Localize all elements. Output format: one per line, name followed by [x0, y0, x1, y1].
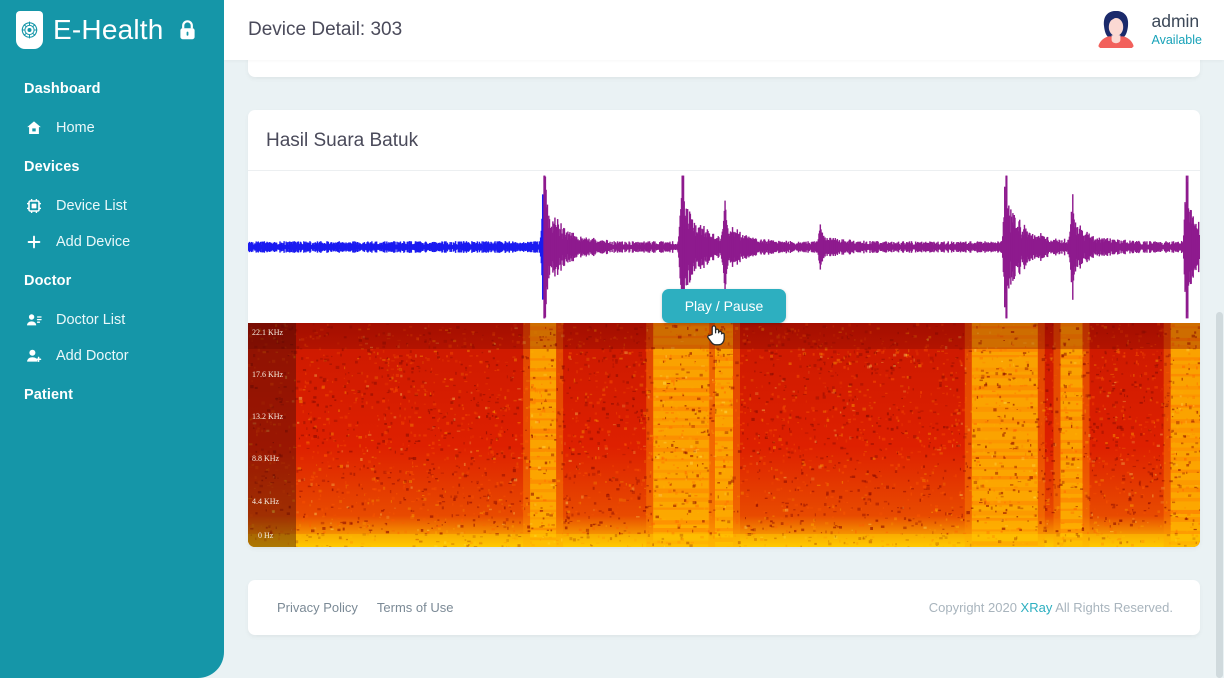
- play-pause-button[interactable]: Play / Pause: [662, 289, 787, 323]
- home-icon: [25, 119, 43, 137]
- sidebar-item-add-device[interactable]: Add Device: [0, 224, 224, 260]
- chip-icon: [25, 197, 43, 215]
- card-header: Hasil Suara Batuk: [248, 110, 1200, 171]
- user-menu[interactable]: admin Available: [1092, 6, 1202, 54]
- copyright: Copyright 2020 XRay All Rights Reserved.: [929, 600, 1173, 615]
- spectrogram-tick: 0 Hz: [258, 531, 273, 540]
- sidebar-item-add-doctor[interactable]: Add Doctor: [0, 338, 224, 374]
- user-name: admin: [1151, 11, 1202, 33]
- spectrogram-axis: 22.1 KHz 17.6 KHz 13.2 KHz 8.8 KHz 4.4 K…: [248, 323, 296, 547]
- topbar: Device Detail: 303 admin Available: [224, 0, 1224, 60]
- device-history-card: 1 12/27/00000, 0:2 4:01 AM pasien unknow…: [248, 60, 1200, 77]
- page-title: Device Detail: 303: [248, 19, 402, 41]
- spectrogram-tick: 17.6 KHz: [252, 370, 283, 379]
- user-meta: admin Available: [1151, 11, 1202, 49]
- scroll-content: 1 12/27/00000, 0:2 4:01 AM pasien unknow…: [224, 60, 1224, 678]
- copyright-suffix: All Rights Reserved.: [1052, 600, 1173, 615]
- lock-icon: [178, 19, 197, 41]
- avatar: [1092, 6, 1140, 54]
- user-plus-icon: [25, 347, 43, 365]
- copyright-prefix: Copyright 2020: [929, 600, 1021, 615]
- sidebar-item-label: Device List: [56, 198, 127, 214]
- plus-icon: [25, 233, 43, 251]
- app-root: E-Health Dashboard Home: [0, 0, 1224, 678]
- terms-of-use-link[interactable]: Terms of Use: [377, 600, 454, 615]
- sidebar-item-home[interactable]: Home: [0, 110, 224, 146]
- cough-sound-card: Hasil Suara Batuk Play / Pause: [248, 110, 1200, 547]
- sidebar-section-patient: Patient: [0, 374, 224, 416]
- spectrogram-tick: 13.2 KHz: [252, 412, 283, 421]
- sidebar-section-dashboard: Dashboard: [0, 68, 224, 110]
- sidebar-item-label: Add Doctor: [56, 348, 129, 364]
- sidebar-section-devices: Devices: [0, 146, 224, 188]
- sidebar-nav: Dashboard Home Devices: [0, 60, 224, 416]
- scrollbar[interactable]: [1214, 0, 1224, 678]
- xray-link[interactable]: XRay: [1021, 600, 1053, 615]
- privacy-policy-link[interactable]: Privacy Policy: [277, 600, 358, 615]
- spectrogram-tick: 8.8 KHz: [252, 454, 279, 463]
- sidebar-item-device-list[interactable]: Device List: [0, 188, 224, 224]
- main-area: Device Detail: 303 admin Available: [224, 0, 1224, 678]
- sidebar-item-label: Home: [56, 120, 95, 136]
- sidebar: E-Health Dashboard Home: [0, 0, 224, 678]
- card-title: Hasil Suara Batuk: [266, 130, 1176, 152]
- spectrogram-tick: 22.1 KHz: [252, 328, 283, 337]
- sidebar-item-doctor-list[interactable]: Doctor List: [0, 302, 224, 338]
- footer: Privacy Policy Terms of Use Copyright 20…: [248, 580, 1200, 635]
- sidebar-item-label: Add Device: [56, 234, 130, 250]
- health-shield-icon: [16, 11, 43, 49]
- spectrogram-tick: 4.4 KHz: [252, 497, 279, 506]
- play-row: Play / Pause: [248, 289, 1200, 323]
- audio-body: Play / Pause: [248, 171, 1200, 547]
- status-badge: Available: [1151, 33, 1202, 49]
- scrollbar-thumb[interactable]: [1216, 312, 1223, 678]
- audio-spectrogram[interactable]: 22.1 KHz 17.6 KHz 13.2 KHz 8.8 KHz 4.4 K…: [248, 323, 1200, 547]
- user-list-icon: [25, 311, 43, 329]
- sidebar-section-doctor: Doctor: [0, 260, 224, 302]
- sidebar-item-label: Doctor List: [56, 312, 125, 328]
- footer-links: Privacy Policy Terms of Use: [277, 600, 454, 615]
- brand-name: E-Health: [53, 14, 164, 46]
- brand[interactable]: E-Health: [0, 0, 224, 60]
